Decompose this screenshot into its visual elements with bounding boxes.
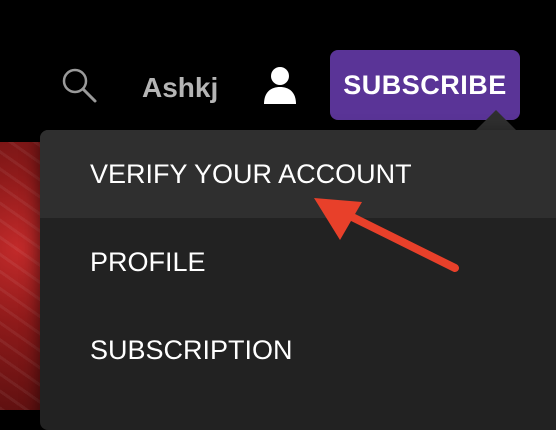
- account-dropdown-menu: VERIFY YOUR ACCOUNT PROFILE SUBSCRIPTION: [40, 130, 556, 430]
- dropdown-caret: [476, 110, 516, 130]
- search-button[interactable]: [60, 66, 100, 106]
- menu-item-label: SUBSCRIPTION: [90, 334, 293, 365]
- user-icon: [264, 67, 296, 104]
- account-button[interactable]: [262, 66, 298, 106]
- menu-item-profile[interactable]: PROFILE: [40, 218, 556, 306]
- search-icon: [62, 68, 97, 103]
- annotation-arrow-icon: [314, 198, 459, 272]
- menu-item-label: PROFILE: [90, 246, 206, 277]
- username-link[interactable]: Ashkj: [142, 70, 218, 106]
- menu-item-label: VERIFY YOUR ACCOUNT: [90, 158, 412, 189]
- top-header: Ashkj SUBSCRIBE: [0, 0, 556, 140]
- menu-item-verify-account[interactable]: VERIFY YOUR ACCOUNT: [40, 130, 556, 218]
- menu-item-subscription[interactable]: SUBSCRIPTION: [40, 306, 556, 394]
